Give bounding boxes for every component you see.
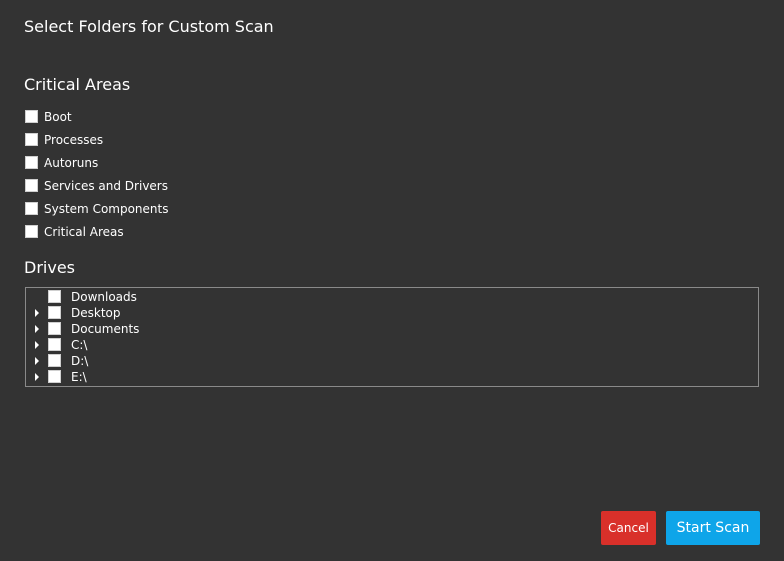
tree-item-label: Documents bbox=[71, 322, 140, 336]
downloads-checkbox[interactable] bbox=[48, 290, 61, 303]
dialog-title: Select Folders for Custom Scan bbox=[24, 17, 274, 36]
start-scan-button[interactable]: Start Scan bbox=[666, 511, 760, 545]
tree-item-label: Desktop bbox=[71, 306, 121, 320]
tree-item-drive-c[interactable]: C:\ bbox=[26, 337, 758, 353]
expand-arrow-icon[interactable] bbox=[35, 309, 39, 317]
critical-item-boot[interactable]: Boot bbox=[25, 105, 168, 128]
autoruns-checkbox[interactable] bbox=[25, 156, 38, 169]
drive-d-checkbox[interactable] bbox=[48, 354, 61, 367]
critical-item-services-and-drivers[interactable]: Services and Drivers bbox=[25, 174, 168, 197]
documents-checkbox[interactable] bbox=[48, 322, 61, 335]
expand-arrow-icon[interactable] bbox=[35, 373, 39, 381]
drives-heading: Drives bbox=[24, 258, 75, 277]
expand-arrow-icon[interactable] bbox=[35, 357, 39, 365]
drives-tree[interactable]: Downloads Desktop Documents C:\ D:\ E:\ bbox=[25, 287, 759, 387]
critical-item-critical-areas[interactable]: Critical Areas bbox=[25, 220, 168, 243]
critical-item-label: Services and Drivers bbox=[44, 178, 168, 193]
critical-areas-list: Boot Processes Autoruns Services and Dri… bbox=[25, 105, 168, 243]
processes-checkbox[interactable] bbox=[25, 133, 38, 146]
tree-item-drive-e[interactable]: E:\ bbox=[26, 369, 758, 385]
tree-item-label: E:\ bbox=[71, 370, 87, 384]
desktop-checkbox[interactable] bbox=[48, 306, 61, 319]
drive-e-checkbox[interactable] bbox=[48, 370, 61, 383]
critical-item-label: Processes bbox=[44, 132, 104, 147]
critical-item-system-components[interactable]: System Components bbox=[25, 197, 168, 220]
critical-item-label: System Components bbox=[44, 201, 169, 216]
critical-item-autoruns[interactable]: Autoruns bbox=[25, 151, 168, 174]
boot-checkbox[interactable] bbox=[25, 110, 38, 123]
services-and-drivers-checkbox[interactable] bbox=[25, 179, 38, 192]
tree-item-documents[interactable]: Documents bbox=[26, 321, 758, 337]
critical-item-label: Critical Areas bbox=[44, 224, 124, 239]
critical-areas-checkbox[interactable] bbox=[25, 225, 38, 238]
critical-item-label: Autoruns bbox=[44, 155, 99, 170]
expand-arrow-icon[interactable] bbox=[35, 341, 39, 349]
tree-item-label: Downloads bbox=[71, 290, 137, 304]
tree-item-label: C:\ bbox=[71, 338, 88, 352]
tree-item-drive-d[interactable]: D:\ bbox=[26, 353, 758, 369]
system-components-checkbox[interactable] bbox=[25, 202, 38, 215]
cancel-button[interactable]: Cancel bbox=[601, 511, 656, 545]
critical-item-processes[interactable]: Processes bbox=[25, 128, 168, 151]
tree-item-desktop[interactable]: Desktop bbox=[26, 305, 758, 321]
tree-item-label: D:\ bbox=[71, 354, 89, 368]
tree-item-downloads[interactable]: Downloads bbox=[26, 289, 758, 305]
critical-areas-heading: Critical Areas bbox=[24, 75, 131, 94]
drive-c-checkbox[interactable] bbox=[48, 338, 61, 351]
critical-item-label: Boot bbox=[44, 109, 72, 124]
expand-arrow-icon[interactable] bbox=[35, 325, 39, 333]
